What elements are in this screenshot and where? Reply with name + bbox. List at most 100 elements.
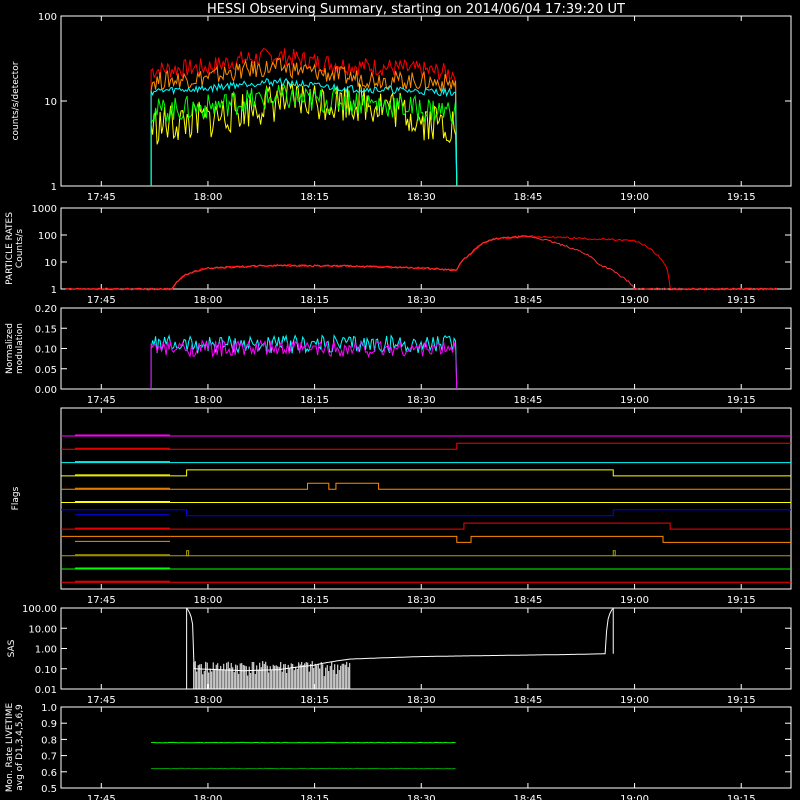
series-line <box>151 767 456 770</box>
x-tick-label: 18:00 <box>194 595 223 606</box>
x-tick-label: 17:45 <box>87 794 116 800</box>
y-axis-title: counts/s/detector <box>11 61 21 140</box>
x-tick-label: 18:15 <box>300 395 329 406</box>
x-tick-label: 18:30 <box>407 295 436 306</box>
series-line <box>65 235 777 291</box>
x-tick-label: 18:15 <box>300 295 329 306</box>
x-tick-label: 19:00 <box>620 395 649 406</box>
sas-frame <box>60 607 792 690</box>
x-tick-label: 19:00 <box>620 295 649 306</box>
x-tick-label: 18:15 <box>300 794 329 800</box>
modulation-frame <box>60 307 792 390</box>
x-tick-label: 18:30 <box>407 595 436 606</box>
figure-title: HESSI Observing Summary, starting on 201… <box>207 2 625 17</box>
y-tick-label: 0.10 <box>35 345 57 356</box>
series-line <box>186 607 614 672</box>
y-tick-label: 1 <box>51 182 57 193</box>
y-tick-label: 1 <box>51 285 57 296</box>
y-axis-title: modulation <box>15 323 25 374</box>
flag-spike <box>612 550 616 557</box>
flag-spike <box>186 550 190 557</box>
x-tick-label: 18:45 <box>514 794 543 800</box>
y-tick-label: 1.00 <box>35 645 57 656</box>
y-axis-title: SAS <box>7 639 17 657</box>
series-line <box>150 79 458 187</box>
x-tick-label: 19:00 <box>620 595 649 606</box>
x-tick-label: 18:00 <box>194 192 223 203</box>
y-axis-title: Counts/s <box>15 229 25 268</box>
counts-frame <box>60 15 792 187</box>
x-tick-label: 18:30 <box>407 192 436 203</box>
x-tick-label: 17:45 <box>87 595 116 606</box>
y-tick-label: 0.5 <box>41 784 57 795</box>
x-tick-label: 18:45 <box>514 295 543 306</box>
livetime-frame <box>60 706 792 789</box>
y-axis-title: Mon. Rate LIVETIME <box>5 703 15 793</box>
x-tick-label: 18:30 <box>407 794 436 800</box>
x-tick-label: 18:15 <box>300 595 329 606</box>
x-tick-label: 19:15 <box>727 295 756 306</box>
y-tick-label: 0.7 <box>41 752 57 763</box>
series-line <box>65 235 778 291</box>
flag-trace <box>61 469 791 477</box>
y-tick-label: 10.00 <box>28 624 57 635</box>
y-tick-label: 0.10 <box>35 665 57 676</box>
x-tick-label: 19:00 <box>620 192 649 203</box>
x-tick-label: 18:15 <box>300 192 329 203</box>
y-tick-label: 1.0 <box>41 703 57 714</box>
panel-sas: 17:45 18:00 18:15 18:30 18:45 19:00 19:15 0.01 0… <box>7 604 792 706</box>
x-tick-label: 19:15 <box>727 595 756 606</box>
panel-flags: 17:45 18:00 18:15 18:30 18:45 19:00 19:15 Flags <box>11 407 792 606</box>
panel-counts: 17:45 18:00 18:15 18:30 18:45 19:00 19:15 1 10 10… <box>11 12 792 203</box>
x-tick-label: 19:15 <box>727 794 756 800</box>
series-line <box>150 84 458 187</box>
flags-frame <box>60 407 792 590</box>
series-line <box>150 333 458 390</box>
y-tick-label: 1000 <box>32 204 57 215</box>
x-tick-label: 17:45 <box>87 695 116 706</box>
x-tick-label: 18:00 <box>194 794 223 800</box>
panel-modulation: 17:45 18:00 18:15 18:30 18:45 19:00 19:15 0.00 0… <box>5 304 792 406</box>
x-tick-label: 19:00 <box>620 794 649 800</box>
y-tick-label: 0.05 <box>35 365 57 376</box>
x-tick-label: 17:45 <box>87 395 116 406</box>
y-tick-label: 0.20 <box>35 304 57 315</box>
y-axis-title: PARTICLE RATES <box>5 212 15 285</box>
flag-trace <box>61 535 791 543</box>
y-tick-label: 10 <box>44 97 57 108</box>
y-tick-label: 100 <box>38 231 57 242</box>
x-tick-label: 17:45 <box>87 295 116 306</box>
y-axis-title: avg of D1,3,4,5,6,9 <box>15 704 25 791</box>
panel-livetime: 17:45 18:00 18:15 18:30 18:45 19:00 19:15 0.5 0.… <box>5 703 792 800</box>
y-tick-label: 0.15 <box>35 324 57 335</box>
x-tick-label: 18:45 <box>514 695 543 706</box>
x-tick-label: 18:00 <box>194 695 223 706</box>
series-line <box>151 741 456 744</box>
y-tick-label: 100.00 <box>22 604 57 615</box>
x-tick-label: 18:30 <box>407 695 436 706</box>
y-tick-label: 0.8 <box>41 735 57 746</box>
flag-trace <box>61 482 791 490</box>
x-tick-label: 19:15 <box>727 395 756 406</box>
x-tick-label: 18:00 <box>194 295 223 306</box>
y-tick-label: 0.00 <box>35 385 57 396</box>
panel-particle: 17:45 18:00 18:15 18:30 18:45 19:00 19:15 1 10 10… <box>5 204 792 306</box>
x-tick-label: 17:45 <box>87 192 116 203</box>
y-tick-label: 0.9 <box>41 719 57 730</box>
panels: 17:45 18:00 18:15 18:30 18:45 19:00 19:1511010… <box>5 12 792 800</box>
flag-trace <box>61 442 791 450</box>
particle-frame <box>60 207 792 290</box>
y-axis-title: Flags <box>11 486 21 510</box>
x-tick-label: 18:15 <box>300 695 329 706</box>
y-tick-label: 0.01 <box>35 685 57 696</box>
x-tick-label: 18:30 <box>407 395 436 406</box>
flag-trace <box>61 509 791 517</box>
x-tick-label: 18:45 <box>514 595 543 606</box>
flag-trace <box>61 522 791 530</box>
observing-summary-figure: HESSI Observing Summary, starting on 201… <box>5 2 792 800</box>
y-tick-label: 10 <box>44 258 57 269</box>
x-tick-label: 18:45 <box>514 395 543 406</box>
y-tick-label: 0.6 <box>41 768 57 779</box>
x-tick-label: 19:15 <box>727 695 756 706</box>
x-tick-label: 18:45 <box>514 192 543 203</box>
